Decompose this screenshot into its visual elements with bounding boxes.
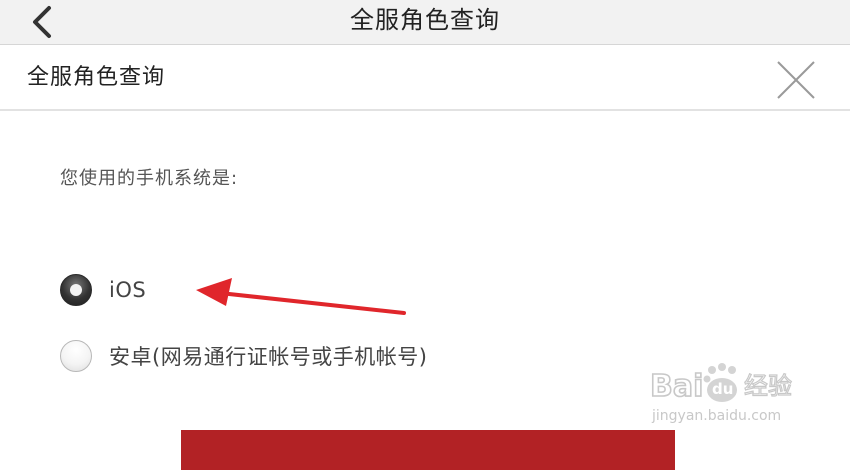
annotation-arrow-icon — [196, 278, 406, 315]
baidu-jingyan-watermark: Bai du 经验 jingyan.baidu.com — [649, 363, 793, 424]
radio-unchecked-icon[interactable] — [60, 340, 92, 372]
watermark-brand-cn: 经验 — [744, 372, 792, 400]
option-android-label: 安卓(网易通行证帐号或手机帐号) — [109, 345, 428, 369]
modal-header: 全服角色查询 — [0, 45, 850, 111]
submit-button[interactable] — [181, 430, 675, 470]
watermark-url: jingyan.baidu.com — [651, 408, 781, 424]
watermark-brand-left: Bai — [650, 369, 703, 404]
os-question-label: 您使用的手机系统是: — [60, 168, 239, 189]
watermark-brand-right: du — [712, 380, 733, 398]
close-icon — [777, 61, 815, 99]
nav-title: 全服角色查询 — [350, 6, 500, 34]
back-button[interactable] — [22, 2, 62, 42]
modal-title: 全服角色查询 — [27, 65, 166, 90]
option-android[interactable]: 安卓(网易通行证帐号或手机帐号) — [60, 336, 427, 376]
option-ios-label: iOS — [109, 278, 147, 302]
radio-checked-icon[interactable] — [60, 274, 92, 306]
nav-bar: 全服角色查询 — [0, 0, 850, 45]
close-button[interactable] — [773, 57, 819, 103]
option-ios[interactable]: iOS — [60, 270, 146, 310]
chevron-left-icon — [33, 6, 51, 38]
